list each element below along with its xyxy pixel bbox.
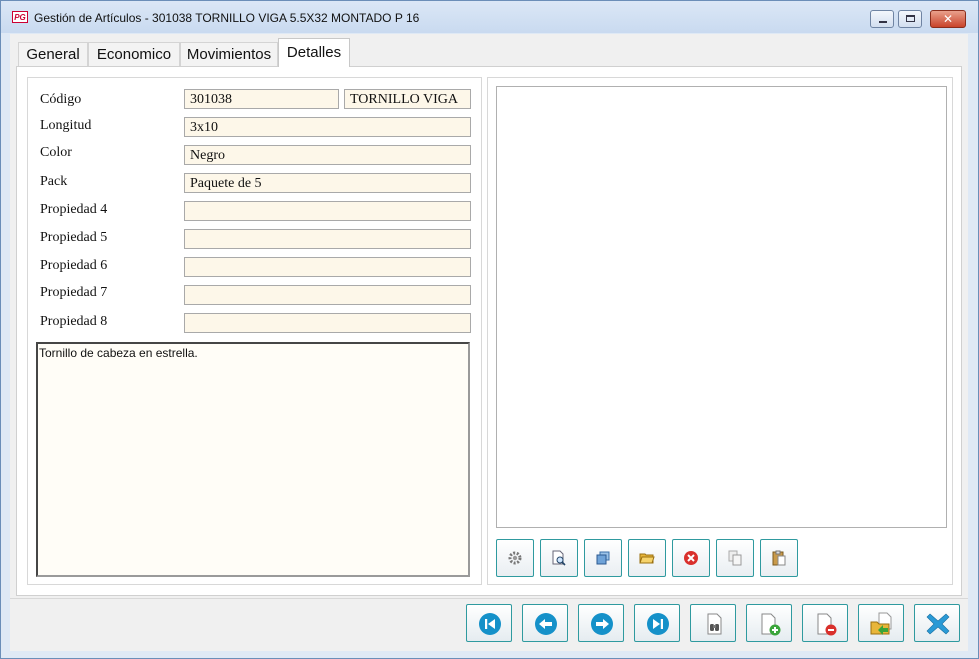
propiedad5-label: Propiedad 5: [40, 230, 108, 245]
cascade-windows-icon: [596, 551, 610, 565]
image-preview: [496, 86, 947, 528]
propiedad6-field[interactable]: [184, 257, 471, 277]
next-record-button[interactable]: [578, 604, 624, 642]
detalles-panel: Código 301038 TORNILLO VIGA Longitud 3x1…: [16, 66, 962, 596]
copy-icon: [728, 550, 742, 566]
export-icon: [870, 612, 892, 635]
title-bar[interactable]: PG Gestión de Artículos - 301038 TORNILL…: [1, 1, 978, 33]
close-form-button[interactable]: [914, 604, 960, 642]
close-icon: ✕: [942, 12, 954, 26]
propiedad4-field[interactable]: [184, 201, 471, 221]
client-area: General Economico Movimientos Detalles C…: [10, 34, 968, 651]
app-logo-icon: PG: [12, 11, 28, 23]
close-window-button[interactable]: ✕: [930, 10, 966, 28]
first-record-icon: [479, 613, 501, 635]
propiedad5-field[interactable]: [184, 229, 471, 249]
image-open-button[interactable]: [628, 539, 666, 577]
image-copy-button[interactable]: [716, 539, 754, 577]
image-cascade-button[interactable]: [584, 539, 622, 577]
propiedad4-label: Propiedad 4: [40, 202, 108, 217]
open-folder-icon: [639, 553, 655, 564]
codigo-label: Código: [40, 92, 82, 107]
next-record-icon: [591, 613, 613, 635]
image-group: [487, 77, 953, 585]
descripcion-field[interactable]: TORNILLO VIGA: [344, 89, 471, 109]
image-settings-button[interactable]: [496, 539, 534, 577]
codigo-field[interactable]: 301038: [184, 89, 339, 109]
propiedad7-label: Propiedad 7: [40, 285, 108, 300]
maximize-button[interactable]: [898, 10, 922, 28]
tab-movimientos[interactable]: Movimientos: [180, 42, 278, 66]
window-title: Gestión de Artículos - 301038 TORNILLO V…: [34, 11, 420, 25]
previous-record-button[interactable]: [522, 604, 568, 642]
propiedad6-label: Propiedad 6: [40, 258, 108, 273]
color-field[interactable]: Negro: [184, 145, 471, 165]
longitud-field[interactable]: 3x10: [184, 117, 471, 137]
propiedad8-label: Propiedad 8: [40, 314, 108, 329]
propiedad7-field[interactable]: [184, 285, 471, 305]
new-record-button[interactable]: [746, 604, 792, 642]
notes-textarea[interactable]: Tornillo de cabeza en estrella.: [36, 342, 470, 577]
image-preview-button[interactable]: [540, 539, 578, 577]
tab-detalles[interactable]: Detalles: [278, 38, 350, 67]
delete-icon: [684, 551, 698, 565]
image-delete-button[interactable]: [672, 539, 710, 577]
toolbar-separator: [10, 598, 968, 599]
new-record-icon: [761, 613, 781, 636]
export-button[interactable]: [858, 604, 904, 642]
last-record-button[interactable]: [634, 604, 680, 642]
delete-record-button[interactable]: [802, 604, 848, 642]
minimize-icon: [879, 21, 887, 23]
paste-icon: [772, 550, 786, 566]
minimize-button[interactable]: [870, 10, 894, 28]
pack-label: Pack: [40, 174, 68, 189]
image-paste-button[interactable]: [760, 539, 798, 577]
search-binoculars-icon: [707, 613, 722, 635]
pack-field[interactable]: Paquete de 5: [184, 173, 471, 193]
gear-icon: [508, 551, 522, 565]
main-window: PG Gestión de Artículos - 301038 TORNILL…: [0, 0, 979, 659]
tab-economico[interactable]: Economico: [88, 42, 180, 66]
propiedad8-field[interactable]: [184, 313, 471, 333]
search-button[interactable]: [690, 604, 736, 642]
maximize-icon: [906, 15, 915, 22]
zoom-preview-icon: [552, 550, 566, 566]
longitud-label: Longitud: [40, 118, 92, 133]
color-label: Color: [40, 145, 72, 160]
properties-group: Código 301038 TORNILLO VIGA Longitud 3x1…: [27, 77, 482, 585]
close-icon: [926, 613, 950, 635]
first-record-button[interactable]: [466, 604, 512, 642]
tab-general[interactable]: General: [18, 42, 88, 66]
last-record-icon: [647, 613, 669, 635]
previous-record-icon: [535, 613, 557, 635]
delete-record-icon: [817, 613, 837, 636]
